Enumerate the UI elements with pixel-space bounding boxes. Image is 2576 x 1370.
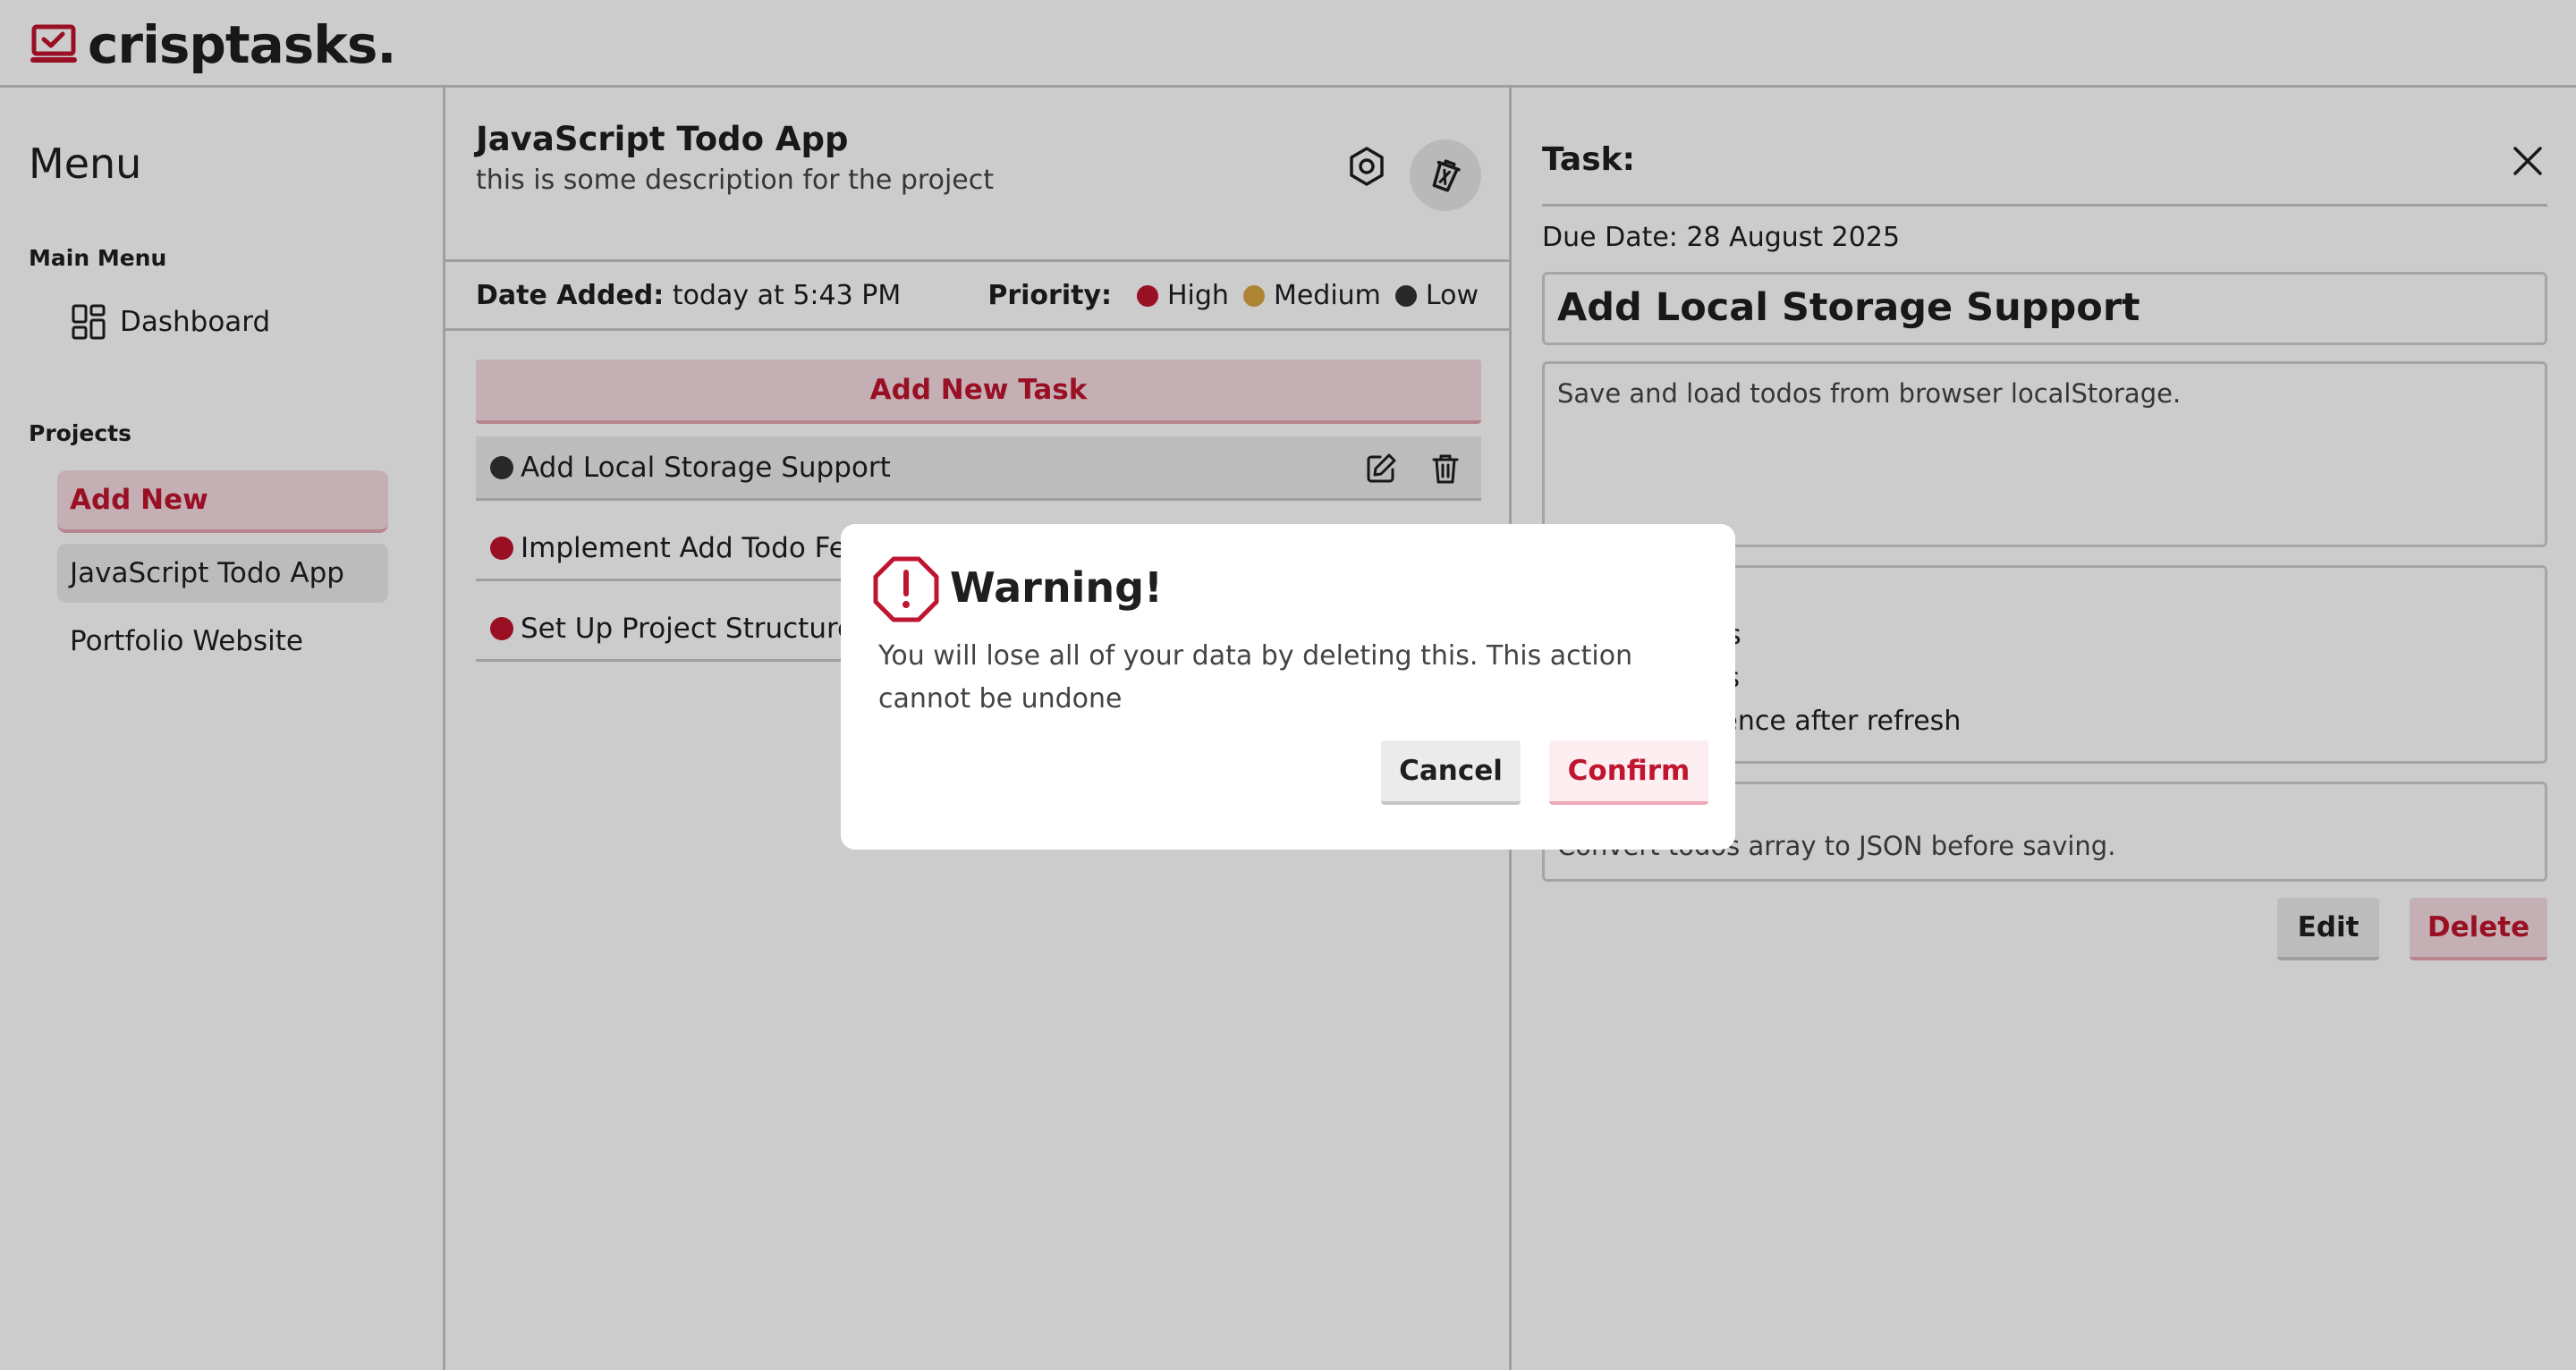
dialog-message: You will lose all of your data by deleti… bbox=[878, 640, 1633, 715]
warning-octagon-icon bbox=[873, 556, 939, 622]
confirm-button[interactable]: Confirm bbox=[1549, 740, 1708, 805]
app-root: crisptasks. Menu Main Menu Dashboard Pro… bbox=[0, 0, 2576, 1370]
dialog-title: Warning! bbox=[950, 563, 1163, 612]
cancel-button[interactable]: Cancel bbox=[1381, 740, 1521, 805]
warning-dialog: Warning! You will lose all of your data … bbox=[841, 524, 1735, 850]
